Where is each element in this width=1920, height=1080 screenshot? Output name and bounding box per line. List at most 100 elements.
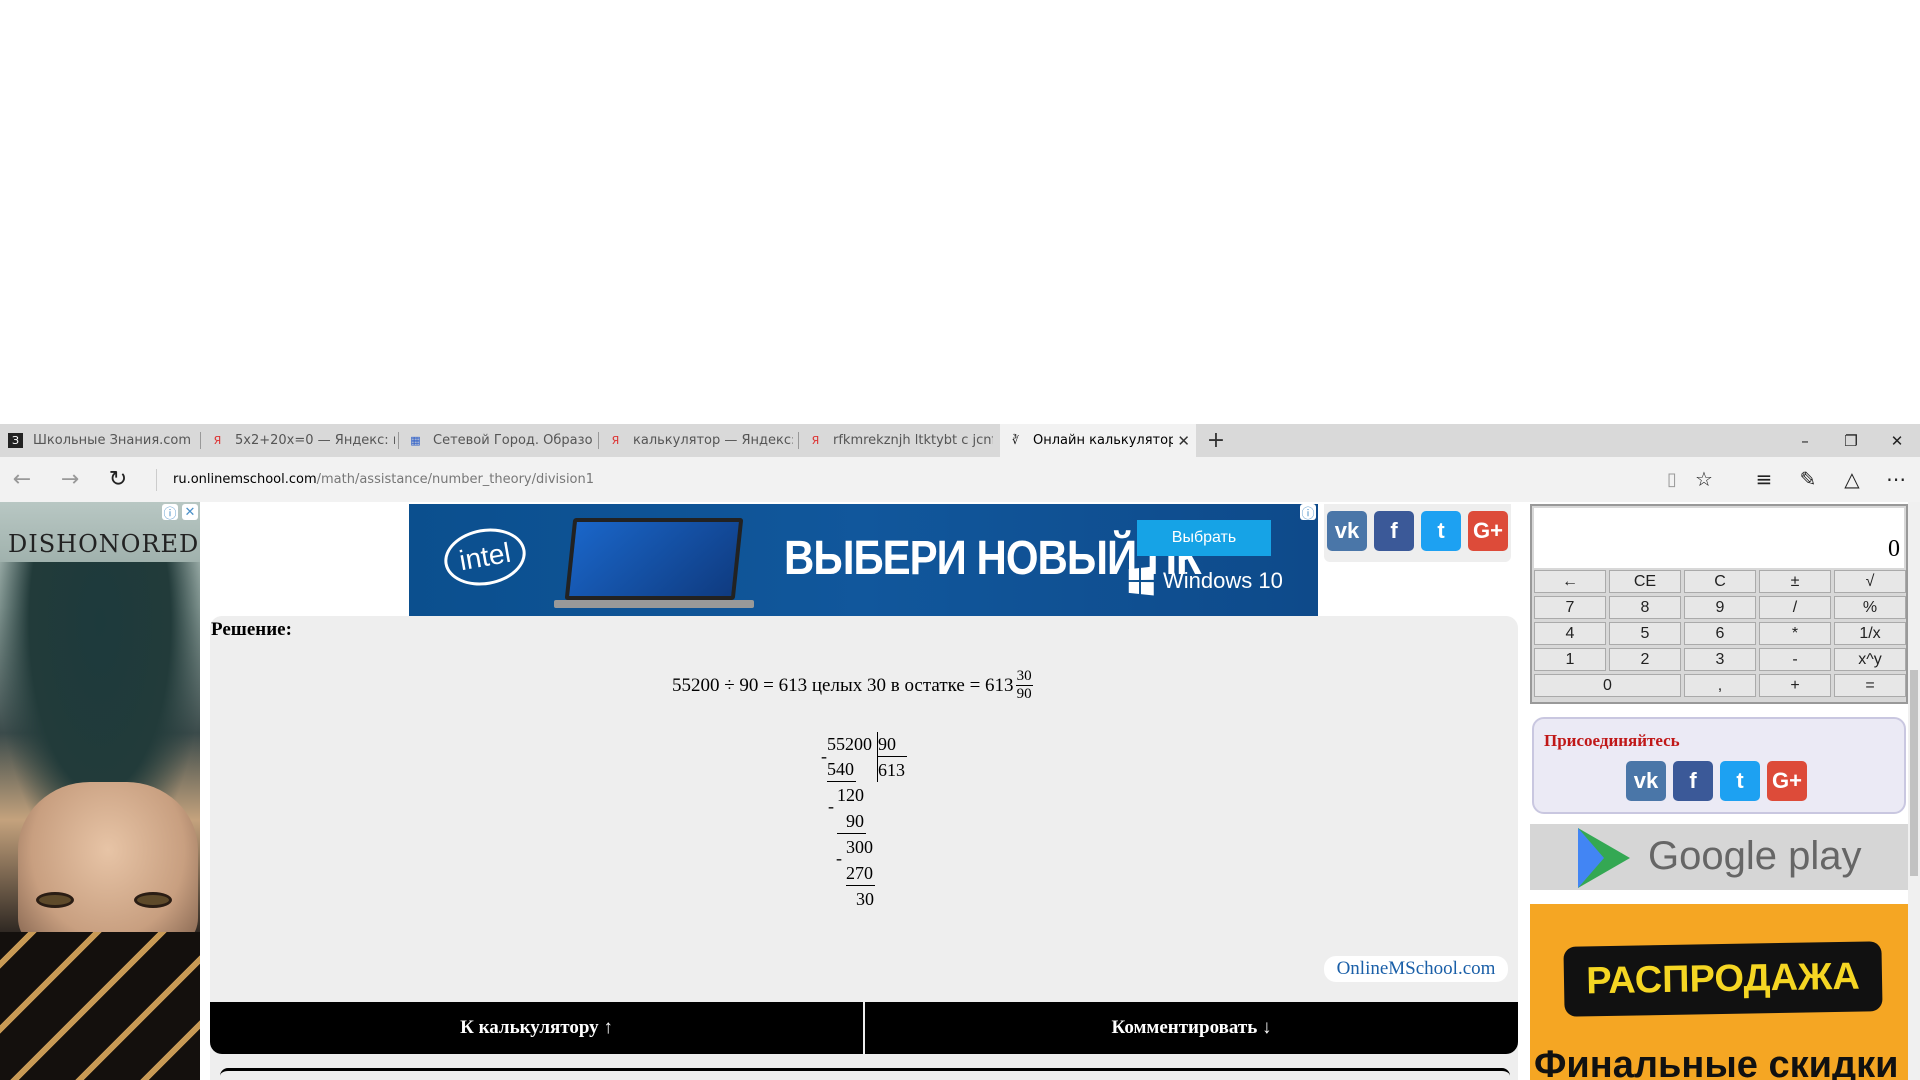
tab-title: Школьные Знания.com - Р <box>33 433 193 448</box>
minimize-button[interactable]: – <box>1782 424 1828 457</box>
net-city-favicon-icon: ▦ <box>410 434 421 447</box>
tab-yandex-3[interactable]: Я rfkmrekznjh ltktybt c jcnfnr <box>800 424 998 457</box>
calc-key-3[interactable]: 3 <box>1684 648 1756 671</box>
minus-sign: - <box>828 796 834 816</box>
calc-key-1[interactable]: 1 <box>1534 648 1606 671</box>
sale-tag: РАСПРОДАЖА <box>1563 941 1883 1017</box>
vk-join-button[interactable]: vk <box>1626 761 1666 801</box>
to-calculator-button[interactable]: К калькулятору ↑ <box>210 1002 863 1054</box>
more-icon[interactable]: ⋯ <box>1880 463 1912 495</box>
join-social-icons: vk f t G+ <box>1626 761 1807 801</box>
page-scrollbar[interactable] <box>1908 502 1920 1080</box>
ad-face-art <box>18 782 198 952</box>
step-remainder: 300 <box>846 837 873 857</box>
url-path: /math/assistance/number_theory/division1 <box>316 472 595 487</box>
windows-text: Windows 10 <box>1163 568 1283 593</box>
calc-key-plusminus[interactable]: ± <box>1759 570 1831 593</box>
calc-key-comma[interactable]: , <box>1684 674 1756 697</box>
calc-key-ce[interactable]: CE <box>1609 570 1681 593</box>
ad-eye-art <box>134 892 172 908</box>
facebook-join-button[interactable]: f <box>1673 761 1713 801</box>
calc-key-percent[interactable]: % <box>1834 596 1906 619</box>
forward-arrow-icon[interactable]: → <box>54 463 86 495</box>
sale-ad[interactable]: РАСПРОДАЖА Финальные скидки <box>1530 904 1908 1080</box>
calc-key-power[interactable]: x^y <box>1834 648 1906 671</box>
action-bar: К калькулятору ↑ Комментировать ↓ <box>210 1002 1518 1054</box>
calc-key-9[interactable]: 9 <box>1684 596 1756 619</box>
comment-button[interactable]: Комментировать ↓ <box>865 1002 1518 1054</box>
tab-net-city[interactable]: ▦ Сетевой Город. Образова <box>400 424 598 457</box>
step-product: 540 <box>827 759 854 779</box>
yandex-favicon-icon: Я <box>811 434 820 447</box>
calc-key-sqrt[interactable]: √ <box>1834 570 1906 593</box>
google-plus-share-button[interactable]: G+ <box>1468 511 1508 551</box>
laptop-image <box>564 518 744 600</box>
share-icon[interactable]: △ <box>1836 463 1868 495</box>
right-sidebar: 0 ← CE C ± √ 7 8 9 / % 4 5 6 * 1/x 1 2 3… <box>1530 502 1908 1080</box>
tab-onlinemschool[interactable]: ∛ Онлайн калькулятор. Д ✕ <box>1000 424 1196 457</box>
calc-key-0[interactable]: 0 <box>1534 674 1681 697</box>
calc-key-reciprocal[interactable]: 1/x <box>1834 622 1906 645</box>
close-window-button[interactable]: ✕ <box>1874 424 1920 457</box>
ad-logo: DISHONORED2 <box>8 530 200 558</box>
division-equation: 55200 ÷ 90 = 613 целых 30 в остатке = 61… <box>672 668 1033 703</box>
share-buttons: vk f t G+ <box>1324 504 1511 562</box>
tab-yandex-2[interactable]: Я калькулятор — Яндекс: на <box>600 424 798 457</box>
new-tab-button[interactable]: + <box>1204 424 1228 457</box>
address-bar[interactable]: ru.onlinemschool.com/math/assistance/num… <box>156 469 1556 491</box>
tab-title: 5x2+20x=0 — Яндекс: наш <box>235 433 395 448</box>
intel-logo: intel <box>439 522 531 592</box>
tab-title: Сетевой Город. Образова <box>433 433 593 448</box>
ad-mask-art <box>0 932 200 1080</box>
google-play-badge[interactable]: Google play <box>1530 824 1908 890</box>
choose-button[interactable]: Выбрать <box>1137 520 1271 556</box>
back-arrow-icon[interactable]: ← <box>6 463 38 495</box>
close-tab-icon[interactable]: ✕ <box>1177 432 1190 450</box>
refresh-icon[interactable]: ↻ <box>102 463 134 495</box>
quotient: 613 <box>878 760 905 780</box>
dishonored-ad[interactable]: DISHONORED2 <box>0 502 200 1080</box>
calc-key-7[interactable]: 7 <box>1534 596 1606 619</box>
navigation-bar: ← → ↻ ru.onlinemschool.com/math/assistan… <box>0 457 1920 502</box>
calc-key-equals[interactable]: = <box>1834 674 1906 697</box>
site-link[interactable]: OnlineMSchool.com <box>1324 956 1508 982</box>
calc-key-multiply[interactable]: * <box>1759 622 1831 645</box>
scrollbar-thumb[interactable] <box>1910 670 1918 876</box>
laptop-base-image <box>554 600 754 608</box>
ad-close-icon[interactable]: ✕ <box>182 504 198 520</box>
divisor-underline <box>878 756 907 757</box>
twitter-share-button[interactable]: t <box>1421 511 1461 551</box>
calc-key-c[interactable]: C <box>1684 570 1756 593</box>
vk-share-button[interactable]: vk <box>1327 511 1367 551</box>
facebook-share-button[interactable]: f <box>1374 511 1414 551</box>
calc-key-plus[interactable]: + <box>1759 674 1831 697</box>
web-note-icon[interactable]: ✎ <box>1792 463 1824 495</box>
google-plus-join-button[interactable]: G+ <box>1767 761 1807 801</box>
equation-text: 55200 ÷ 90 = 613 целых 30 в остатке = 61… <box>672 674 1014 696</box>
calc-key-minus[interactable]: - <box>1759 648 1831 671</box>
hub-icon[interactable]: ≡ <box>1748 463 1780 495</box>
calc-key-8[interactable]: 8 <box>1609 596 1681 619</box>
join-title: Присоединяйтесь <box>1544 731 1680 750</box>
sale-subtitle: Финальные скидки <box>1534 1044 1899 1080</box>
tab-znania[interactable]: З Школьные Знания.com - Р <box>0 424 202 457</box>
page-viewport: DISHONORED2 ⓘ ✕ intel ВЫБЕРИ НОВЫЙ ПК Вы… <box>0 502 1920 1080</box>
solution-title: Решение: <box>211 619 292 640</box>
tab-yandex-1[interactable]: Я 5x2+20x=0 — Яндекс: наш <box>202 424 398 457</box>
step-underline <box>837 833 866 834</box>
browser-window: З Школьные Знания.com - Р Я 5x2+20x=0 — … <box>0 424 1920 1080</box>
reading-view-icon[interactable]: ▯ <box>1656 463 1688 495</box>
calculator-display: 0 <box>1534 508 1904 568</box>
ad-info-icon[interactable]: ⓘ <box>1300 504 1316 522</box>
calc-key-backspace[interactable]: ← <box>1534 570 1606 593</box>
ad-info-icon[interactable]: ⓘ <box>162 504 178 522</box>
favorite-star-icon[interactable]: ☆ <box>1688 463 1720 495</box>
calc-key-2[interactable]: 2 <box>1609 648 1681 671</box>
calc-key-4[interactable]: 4 <box>1534 622 1606 645</box>
twitter-join-button[interactable]: t <box>1720 761 1760 801</box>
restore-button[interactable]: ❐ <box>1828 424 1874 457</box>
calc-key-6[interactable]: 6 <box>1684 622 1756 645</box>
calc-key-divide[interactable]: / <box>1759 596 1831 619</box>
intel-banner-ad[interactable]: intel ВЫБЕРИ НОВЫЙ ПК Выбрать Windows 10 <box>409 504 1318 616</box>
calc-key-5[interactable]: 5 <box>1609 622 1681 645</box>
